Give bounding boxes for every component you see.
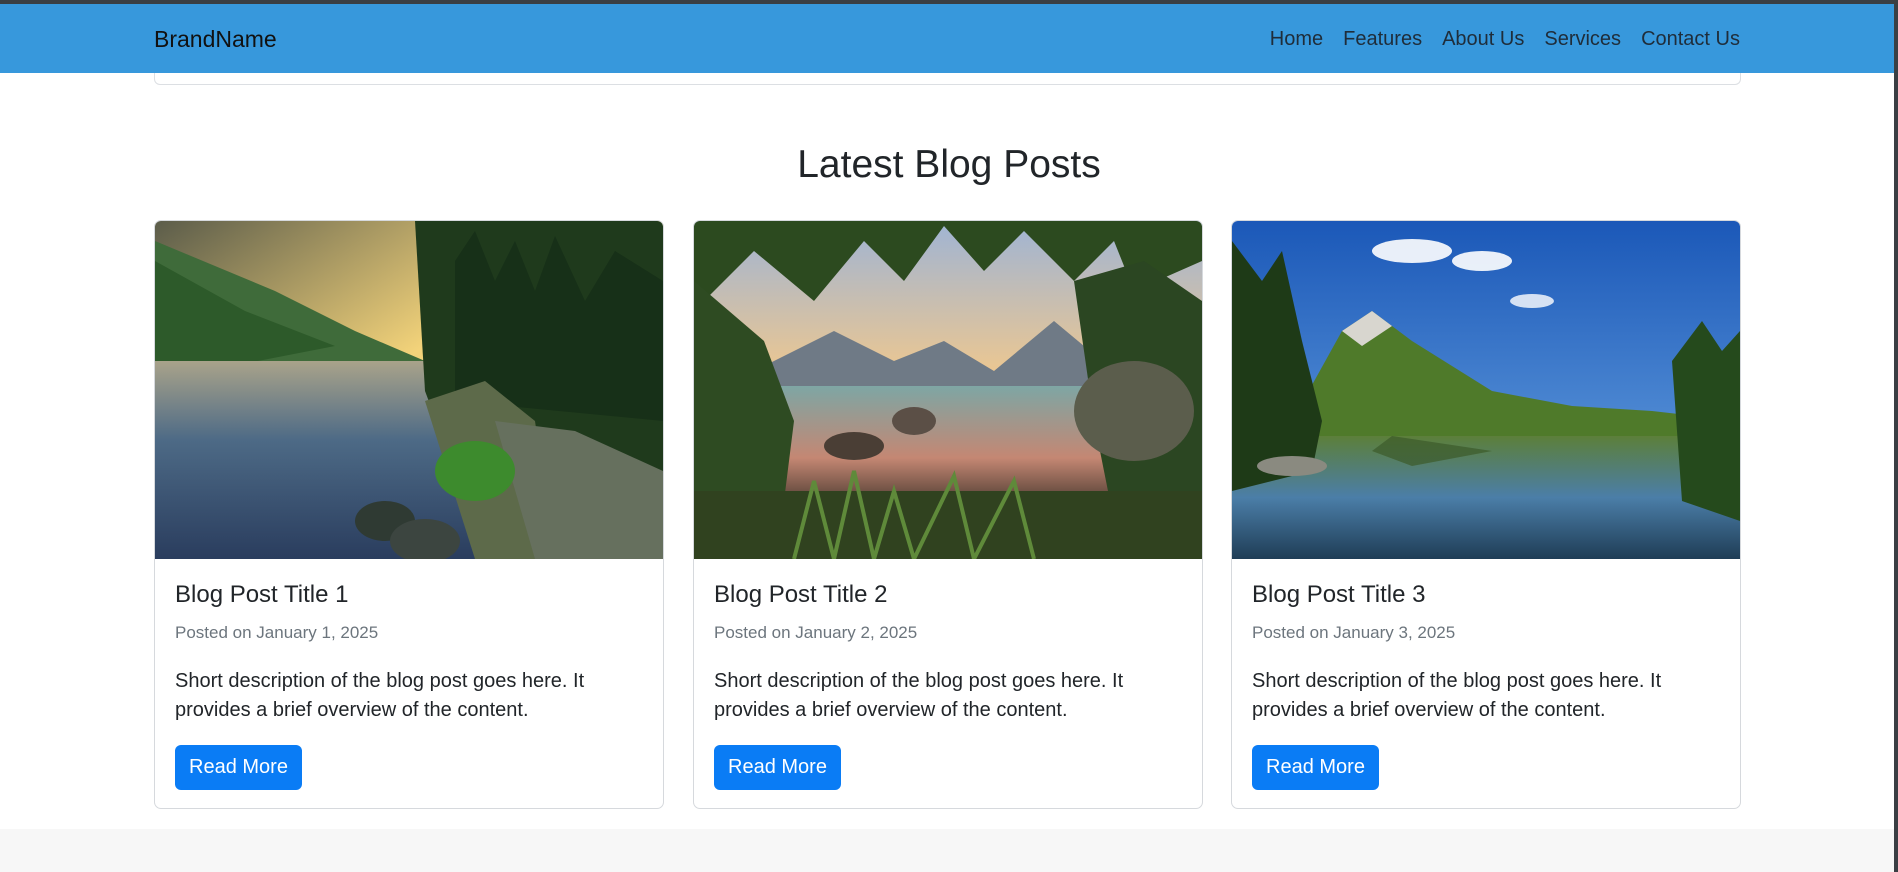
nav-link-services[interactable]: Services xyxy=(1544,28,1621,51)
nav-link-contact-us[interactable]: Contact Us xyxy=(1641,28,1740,51)
navbar: BrandName Home Features About Us Service… xyxy=(0,4,1898,73)
blog-card-date-1: Posted on January 1, 2025 xyxy=(175,623,379,642)
nav-link-about-us[interactable]: About Us xyxy=(1442,28,1524,51)
read-more-button-3[interactable]: Read More xyxy=(1252,745,1379,790)
blog-card-title-1[interactable]: Blog Post Title 1 xyxy=(175,581,348,609)
blog-card-description-2: Short description of the blog post goes … xyxy=(714,670,1124,721)
blog-card-3: Blog Post Title 3 Posted on January 3, 2… xyxy=(1231,220,1741,809)
read-more-button-1[interactable]: Read More xyxy=(175,745,302,790)
blog-card-title-3[interactable]: Blog Post Title 3 xyxy=(1252,581,1425,609)
window-right-border xyxy=(1894,0,1898,872)
nav-link-home[interactable]: Home xyxy=(1270,28,1323,51)
blog-card-description-1: Short description of the blog post goes … xyxy=(175,670,585,721)
blog-card-description-3: Short description of the blog post goes … xyxy=(1252,670,1662,721)
blog-card-title-2[interactable]: Blog Post Title 2 xyxy=(714,581,887,609)
brand-logo[interactable]: BrandName xyxy=(154,26,277,53)
nav-link-features[interactable]: Features xyxy=(1343,28,1422,51)
read-more-button-2[interactable]: Read More xyxy=(714,745,841,790)
nav-links: Home Features About Us Services Contact … xyxy=(1270,28,1740,51)
blog-card-image-2 xyxy=(694,221,1202,559)
blog-card-date-3: Posted on January 3, 2025 xyxy=(1252,623,1456,642)
blog-card-image-3 xyxy=(1232,221,1740,559)
blog-card-date-2: Posted on January 2, 2025 xyxy=(714,623,918,642)
blog-card-2: Blog Post Title 2 Posted on January 2, 2… xyxy=(693,220,1203,809)
section-title: Latest Blog Posts xyxy=(797,143,1101,186)
blog-card-image-1 xyxy=(155,221,663,559)
blog-card-1: Blog Post Title 1 Posted on January 1, 2… xyxy=(154,220,664,809)
footer-band xyxy=(0,829,1898,872)
